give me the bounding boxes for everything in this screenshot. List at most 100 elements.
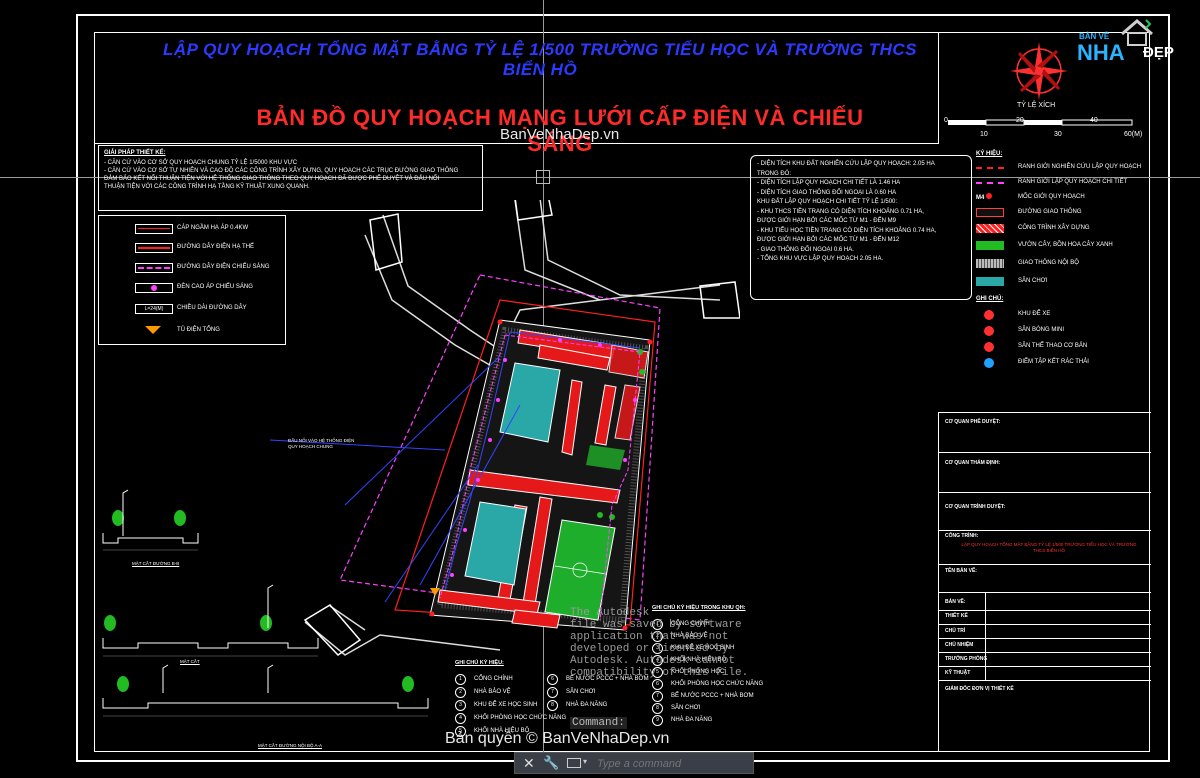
command-input[interactable] [595, 755, 754, 773]
map-legend: KÝ HIỆU: RANH GIỚI NGHIÊN CỨU LẬP QUY HO… [974, 148, 1150, 378]
tb-lead: CHỦ TRÌ [945, 628, 966, 634]
list-item: 4 KHỐI PHÒNG HỌC CHỨC NĂNG [455, 713, 566, 724]
legend-label: CÔNG TRÌNH XÂY DỰNG [1018, 225, 1090, 231]
list-item: 1 CỔNG CHÍNH [455, 674, 513, 685]
legend-symbol [976, 277, 1004, 286]
house-icon [1121, 19, 1153, 46]
section-label-c: MẶT CẮT ĐƯỜNG NỘI BỘ A-A [258, 743, 323, 748]
legend-row: GIAO THÔNG NỘI BỘ [974, 257, 1150, 271]
connection-annotation: ĐẤU NỐI VÀO HỆ THỐNG ĐIỆN QUY HOẠCH CHUN… [288, 438, 355, 449]
tb-submission: CƠ QUAN TRÌNH DUYỆT: [945, 504, 1006, 510]
scale-tick-20: 20 [1016, 117, 1024, 124]
legend-label: MỐC GIỚI QUY HOẠCH [1018, 194, 1085, 200]
boundary-marker-icon: M4 [976, 193, 1004, 202]
legend-label: GIAO THÔNG NỘI BỘ [1018, 260, 1079, 266]
legend-symbol [976, 178, 1004, 187]
watermark-bottom: Bản quyền © BanVeNhaDep.vn [445, 730, 670, 747]
tb-project-name: LẬP QUY HOẠCH TỔNG MẶT BẰNG TỶ LỆ 1/500 … [961, 542, 1137, 553]
tb-appraisal: CƠ QUAN THẨM ĐỊNH: [945, 460, 1001, 466]
warning-line: Autodesk. Autodesk cannot [570, 655, 736, 667]
legend-row: VƯỜN CÂY, BỒN HOA CÂY XANH [974, 239, 1150, 253]
legend-row: KHU ĐỂ XE [974, 308, 1150, 322]
tb-project: CÔNG TRÌNH: [945, 533, 979, 539]
legend-row: ĐƯỜNG GIAO THÔNG [974, 206, 1150, 220]
list-item: 7 SÂN CHƠI [547, 687, 595, 698]
legend-header-notes: GHI CHÚ: [976, 296, 1004, 302]
sports-field-icon [976, 342, 1004, 352]
stat-line: ĐƯỢC GIỚI HẠN BỞI CÁC MỐC TỪ M1 - ĐẾN M9 [757, 218, 896, 224]
legend-row: RANH GIỚI LẬP QUY HOẠCH CHI TIẾT [974, 176, 1150, 190]
watermark-top: BanVeNhaDep.vn [500, 126, 620, 143]
stat-line: - KHU THCS TIỀN TRANG CÓ DIỆN TÍCH KHOẢN… [757, 208, 924, 215]
legend-label: ĐƯỜNG GIAO THÔNG [1018, 209, 1082, 215]
legend-label: SÂN CHƠI [1018, 278, 1048, 284]
football-field-icon [976, 326, 1004, 336]
list-item: 3 KHU ĐỂ XE HỌC SINH [455, 700, 537, 711]
warning-line: compatibility of this file. [570, 667, 749, 679]
design-notes-header: GIẢI PHÁP THIẾT KẾ: [104, 150, 166, 156]
compass-rose-icon [1010, 42, 1068, 100]
scale-tick-60: 60(M) [1124, 131, 1143, 138]
warning-line: application that was not [570, 631, 729, 643]
legend-row: ĐIỂM TẬP KẾT RÁC THẢI [974, 356, 1150, 370]
autocad-warning-text: The Autodesk file was saved by software … [570, 607, 750, 679]
parking-icon [976, 310, 1004, 320]
legend-label: RANH GIỚI LẬP QUY HOẠCH CHI TIẾT [1018, 179, 1128, 185]
legend-label: VƯỜN CÂY, BỒN HOA CÂY XANH [1018, 242, 1113, 248]
dropdown-chevron-icon[interactable]: ▾ [583, 757, 587, 766]
legend-symbol [976, 208, 1004, 217]
brand-nha: NHA [1077, 40, 1125, 65]
list-item: 2 NHÀ BẢO VỆ [455, 687, 511, 698]
legend-label: SÂN BÓNG MINI [1018, 327, 1065, 333]
design-notes-line: - CĂN CỨ VÀO CƠ SỞ TỰ NHIÊN VÀ CAO ĐỘ CÁ… [104, 168, 459, 174]
stat-line: - DIỆN TÍCH KHU ĐẤT NGHIÊN CỨU LẬP QUY H… [757, 161, 935, 167]
stat-line: - TỔNG KHU VỰC LẬP QUY HOẠCH 2.05 HA. [757, 256, 884, 262]
title-block: CƠ QUAN PHÊ DUYỆT: CƠ QUAN THẨM ĐỊNH: CƠ… [938, 412, 1151, 752]
tb-drawing: BẢN VẼ: [945, 599, 966, 605]
legend-symbol [976, 259, 1004, 268]
tb-tech: KỸ THUẬT [945, 670, 971, 676]
stat-line: - DIỆN TÍCH GIAO THÔNG ĐỐI NGOẠI LÀ 0.60… [757, 189, 897, 196]
legend-row: SÂN BÓNG MINI [974, 324, 1150, 338]
legend-label: SÂN THỂ THAO CƠ BẢN [1018, 343, 1088, 349]
scale-bar [948, 119, 1133, 126]
customize-wrench-icon[interactable]: 🔧 [543, 755, 559, 771]
tb-approval: CƠ QUAN PHÊ DUYỆT: [945, 419, 1001, 425]
legend-row: SÂN THỂ THAO CƠ BẢN [974, 340, 1150, 354]
road-section-drawings [102, 489, 429, 717]
design-notes-line: ĐẢM BẢO KẾT NỐI THUẬN TIỆN VỚI HỆ THỐNG … [104, 176, 440, 182]
legend-label: ĐIỂM TẬP KẾT RÁC THẢI [1018, 359, 1089, 365]
design-notes-line: - CĂN CỨ VÀO CƠ SỞ QUY HOẠCH CHUNG TỶ LỆ… [104, 160, 298, 166]
scale-tick-0: 0 [944, 117, 948, 124]
stat-line: ĐƯỢC GIỚI HẠN BỞI CÁC MỐC TỪ M1 - ĐẾN M1… [757, 237, 900, 243]
warning-line: developed or licensed by [570, 643, 729, 655]
tb-drawing-name: TÊN BẢN VẼ: [945, 568, 977, 574]
warning-line: file was saved by software [570, 619, 742, 631]
scale-label: TỶ LỆ XÍCH [1017, 102, 1056, 109]
header-vertical-divider [938, 32, 939, 144]
scale-tick-10: 10 [980, 131, 988, 138]
legend-row: CÔNG TRÌNH XÂY DỰNG [974, 222, 1150, 236]
stat-line: TRONG ĐÓ: [757, 170, 791, 177]
legend-header: KÝ HIỆU: [976, 151, 1003, 157]
tb-manager: CHỦ NHIỆM [945, 642, 974, 648]
tb-director: GIÁM ĐỐC ĐƠN VỊ THIẾT KẾ [945, 686, 1014, 692]
legend-row: SÂN CHƠI [974, 275, 1150, 289]
stat-line: KHU ĐẤT LẬP QUY HOẠCH CHI TIẾT TỶ LỆ 1/5… [757, 199, 898, 205]
command-history-label: Command: [570, 717, 627, 729]
legend-symbol [976, 224, 1004, 233]
list-item: 9 NHÀ ĐA NĂNG [652, 715, 712, 726]
close-icon[interactable]: ✕ [523, 755, 535, 772]
stat-line: - DIỆN TÍCH LẬP QUY HOẠCH CHI TIẾT LÀ 1.… [757, 180, 901, 186]
stat-line: - KHU TIỂU HỌC TIỀN TRANG CÓ DIỆN TÍCH K… [757, 227, 937, 234]
design-notes-line: THUẬN TIỆN VỚI CÁC CÔNG TRÌNH HẠ TẦNG KỸ… [104, 184, 310, 190]
crosshair-pickbox [536, 170, 550, 184]
list-item: 8 SÂN CHƠI [652, 703, 700, 714]
drawing-title-project: LẬP QUY HOẠCH TỔNG MẶT BẰNG TỶ LỆ 1/500 … [162, 40, 917, 79]
tb-designer: THIẾT KẾ [945, 613, 968, 619]
command-prompt-icon [567, 758, 581, 768]
list-item: 7 BỂ NƯỚC PCCC + NHÀ BƠM [652, 691, 754, 702]
area-statistics: - DIỆN TÍCH KHU ĐẤT NGHIÊN CỨU LẬP QUY H… [750, 155, 972, 300]
legend-row: RANH GIỚI NGHIÊN CỨU LẬP QUY HOẠCH [974, 161, 1150, 175]
list-header: GHI CHÚ KÝ HIỆU: [455, 660, 504, 666]
